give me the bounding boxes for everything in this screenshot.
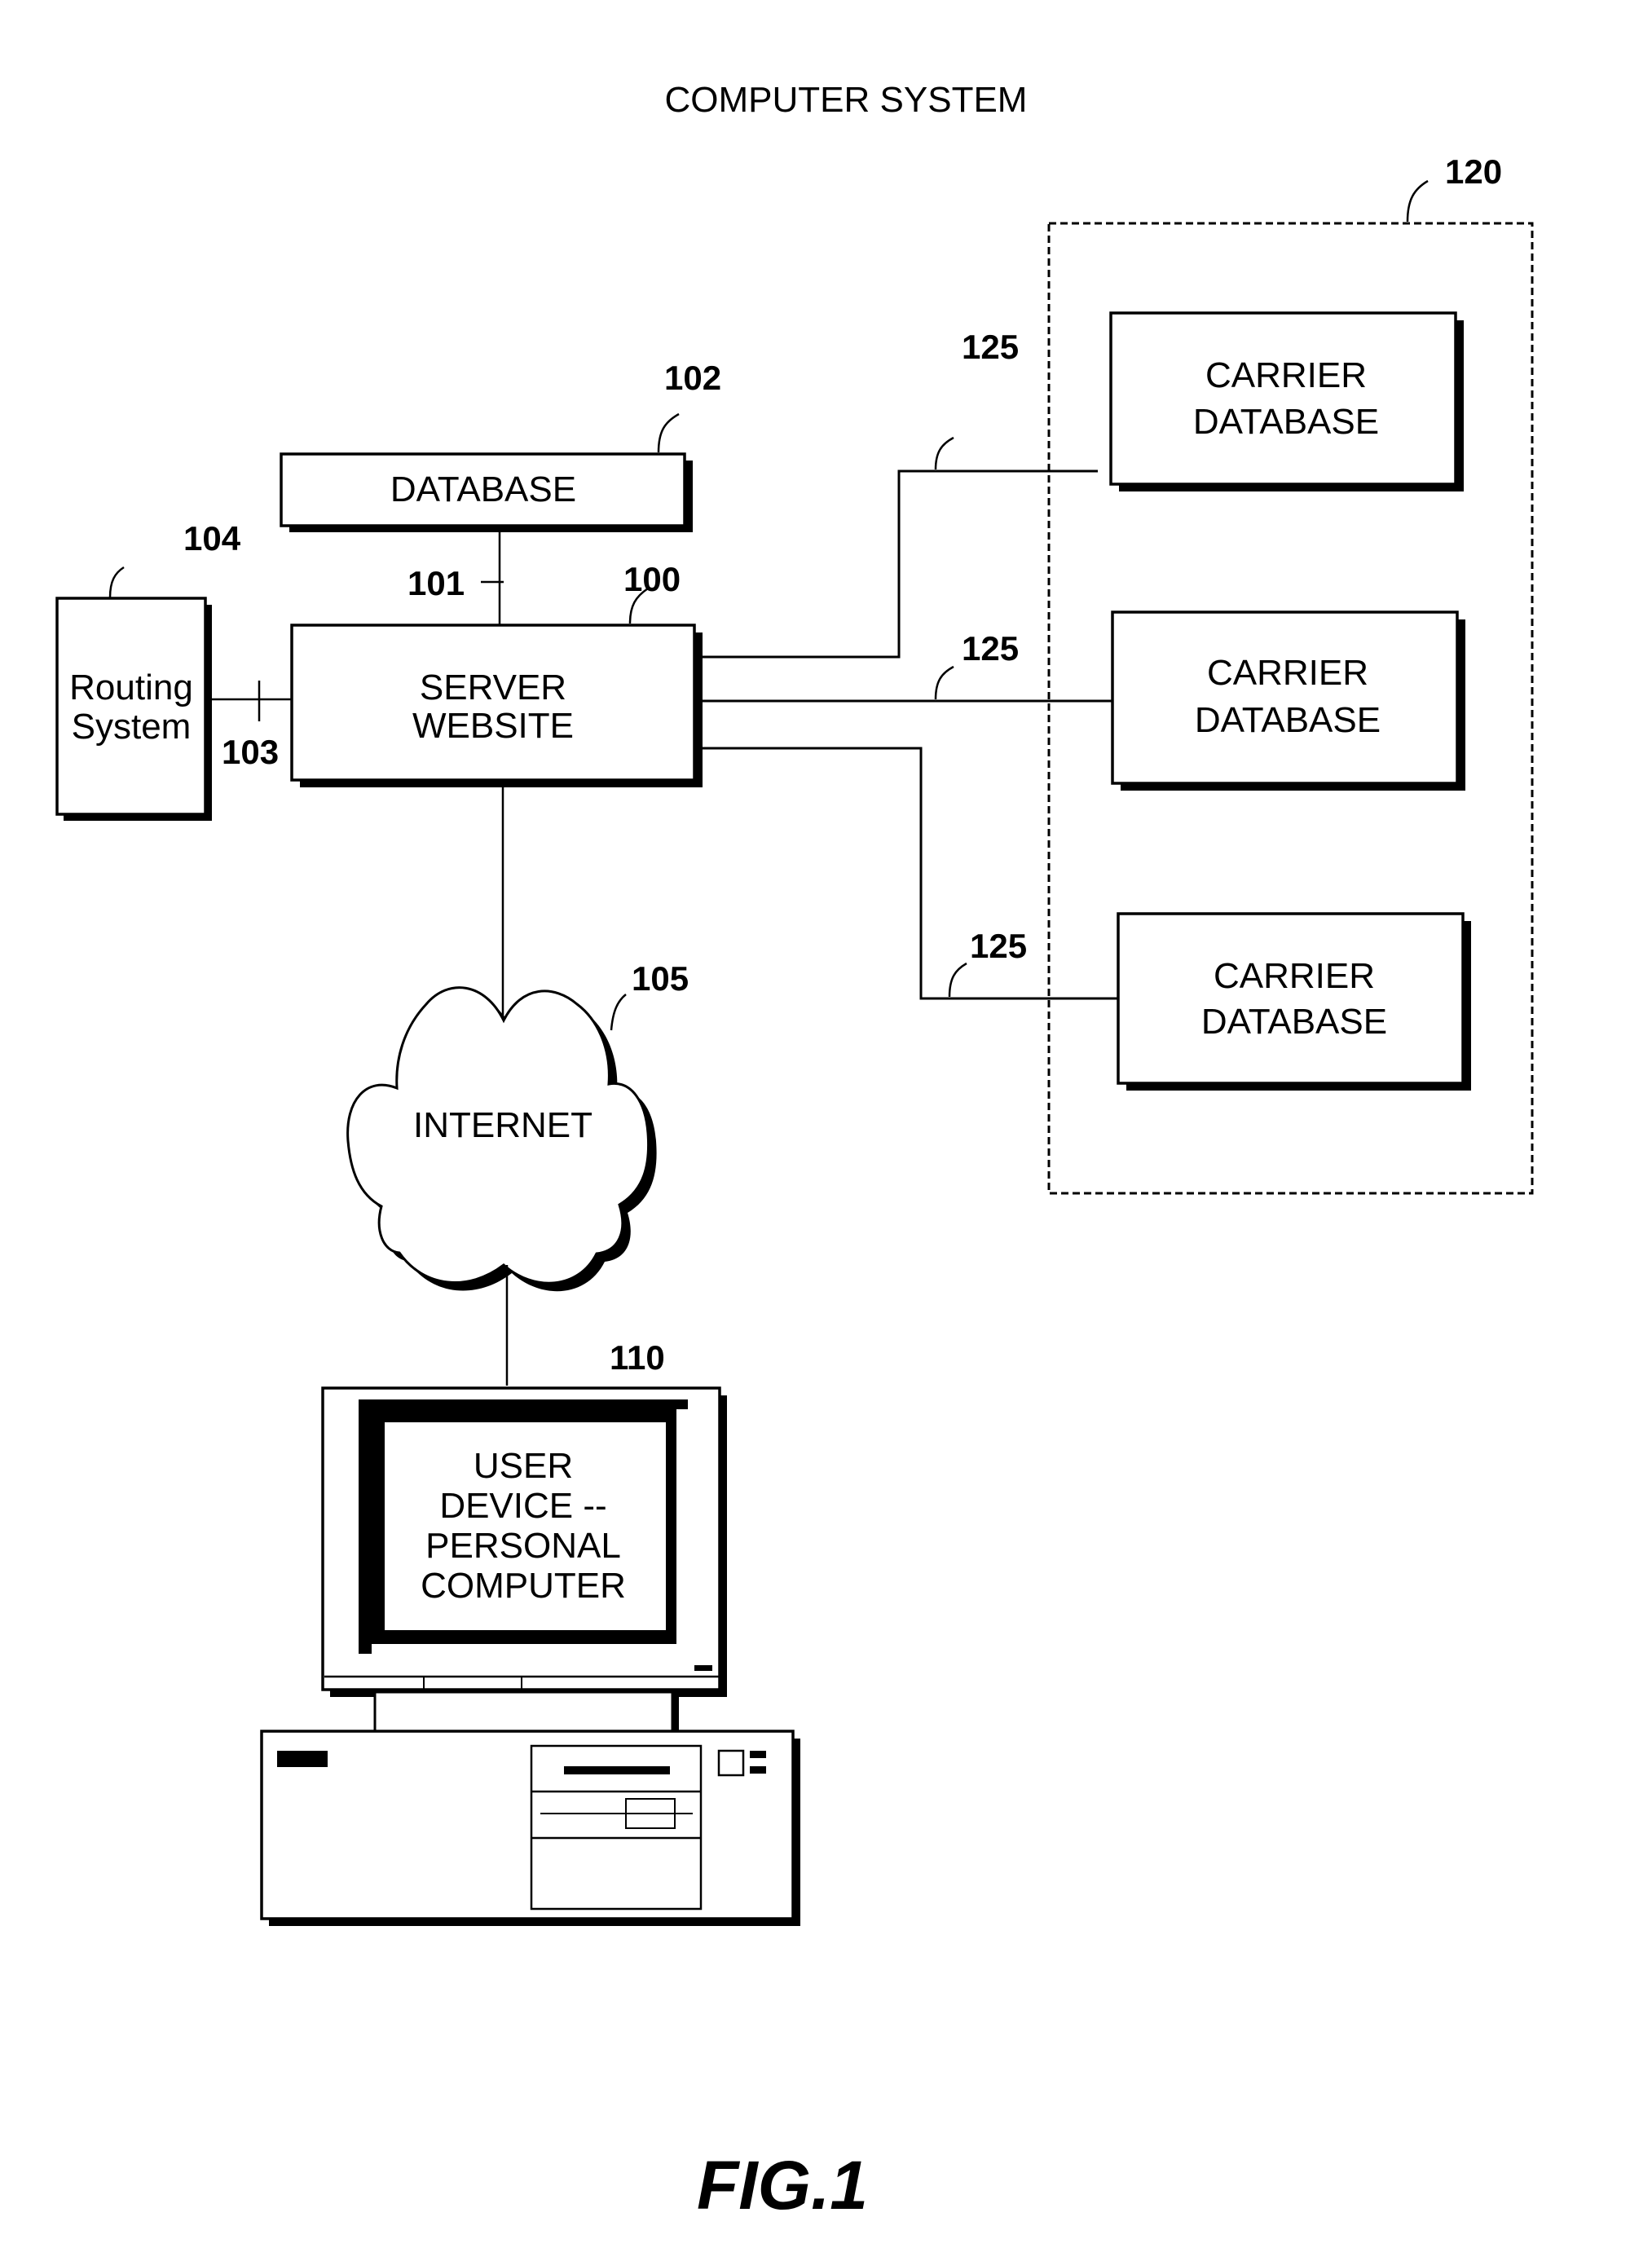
carrier-1-box <box>1109 311 1457 486</box>
database-node: DATABASE 102 <box>280 359 721 532</box>
bezel-corner-bl <box>359 1644 372 1654</box>
ref-label-101: 101 <box>407 564 465 602</box>
monitor-stand <box>373 1690 674 1734</box>
power-button <box>717 1749 745 1777</box>
internet-label: INTERNET <box>413 1105 593 1145</box>
ref-label-120: 120 <box>1445 152 1502 191</box>
database-label: DATABASE <box>390 469 576 509</box>
user-device-label-line3: PERSONAL <box>425 1526 621 1566</box>
computer-system-diagram: COMPUTER SYSTEM 120 DATABASE 102 101 SER… <box>55 80 1534 2224</box>
leader-125-1 <box>934 436 954 470</box>
routing-label-line2: System <box>72 707 192 747</box>
connection-db-server: 101 <box>407 532 504 626</box>
carrier-link-1 <box>703 469 1098 659</box>
carrier-database-1: CARRIER DATABASE <box>1109 311 1464 491</box>
leader-104 <box>108 566 125 598</box>
ref-label-100: 100 <box>623 560 681 598</box>
figure-label: FIG.1 <box>697 2147 868 2224</box>
carrier-2-label-line2: DATABASE <box>1195 700 1381 740</box>
carrier-3-label-line1: CARRIER <box>1214 956 1375 996</box>
leader-120 <box>1406 179 1429 223</box>
connection-routing-server: 103 <box>212 681 292 771</box>
user-device-node: 110 USER DEVICE -- PERSONAL COMPUTER <box>260 1338 800 1926</box>
ref-label-125-1: 125 <box>962 328 1019 366</box>
leader-105 <box>610 994 627 1031</box>
ref-label-125-3: 125 <box>970 927 1027 965</box>
user-device-label-line1: USER <box>474 1446 573 1486</box>
user-device-label-line4: COMPUTER <box>421 1566 626 1606</box>
carrier-database-3: CARRIER DATABASE <box>1117 912 1471 1091</box>
user-device-label-line2: DEVICE -- <box>439 1486 606 1526</box>
carrier-2-box <box>1111 610 1459 785</box>
indicator-led-1 <box>750 1751 766 1758</box>
indicator-led-2 <box>750 1766 766 1774</box>
diagram-title: COMPUTER SYSTEM <box>665 80 1028 120</box>
carrier-2-label-line1: CARRIER <box>1207 653 1368 693</box>
carrier-links: 125 125 125 <box>703 328 1118 1000</box>
leader-125-2 <box>934 665 954 700</box>
monitor-stand-shadow <box>672 1695 679 1733</box>
ref-label-103: 103 <box>222 733 279 771</box>
ref-label-105: 105 <box>632 959 689 998</box>
carrier-1-label-line2: DATABASE <box>1193 402 1379 442</box>
routing-system-node: Routing System 104 <box>55 519 241 821</box>
leader-102 <box>657 412 680 453</box>
carrier-3-box <box>1117 912 1465 1085</box>
leader-125-3 <box>948 962 967 998</box>
carrier-link-3 <box>703 747 1118 1000</box>
ref-label-110: 110 <box>610 1338 665 1377</box>
internet-cloud-node: INTERNET 105 <box>346 959 689 1292</box>
server-label-line2: WEBSITE <box>412 706 574 746</box>
server-label-line1: SERVER <box>420 668 566 707</box>
bezel-corner-tr <box>676 1399 688 1409</box>
ref-label-125-2: 125 <box>962 629 1019 668</box>
carrier-1-label-line1: CARRIER <box>1205 355 1367 395</box>
optical-drive-slot <box>564 1766 670 1774</box>
routing-label-line1: Routing <box>69 668 193 707</box>
base-unit-badge <box>277 1751 328 1767</box>
carrier-database-2: CARRIER DATABASE <box>1111 610 1465 791</box>
ref-label-104: 104 <box>183 519 241 558</box>
base-unit-body <box>260 1730 795 1920</box>
server-node: SERVER WEBSITE 100 <box>290 560 703 787</box>
monitor-power-led <box>694 1665 712 1671</box>
ref-label-102: 102 <box>664 359 721 397</box>
carrier-3-label-line2: DATABASE <box>1201 1002 1387 1042</box>
